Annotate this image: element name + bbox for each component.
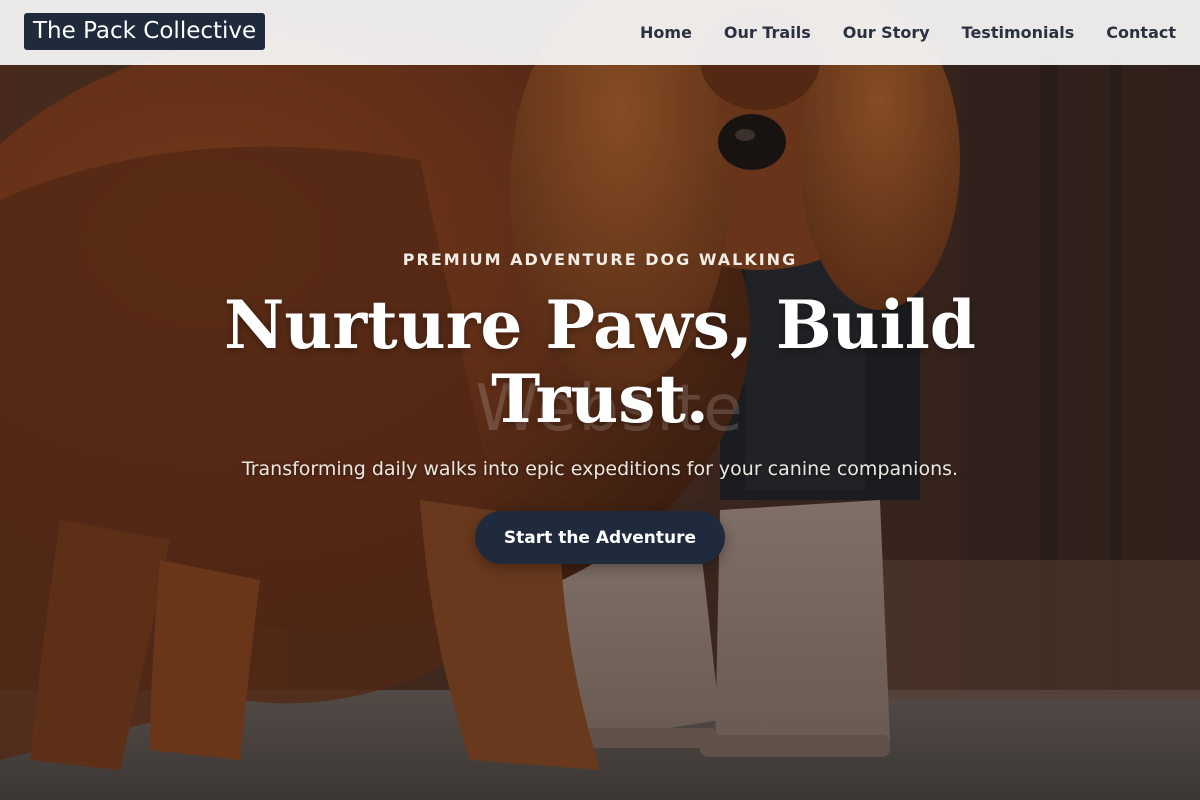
main-nav: Home Our Trails Our Story Testimonials C… xyxy=(640,0,1176,65)
nav-link-home[interactable]: Home xyxy=(640,23,692,42)
hero-headline: Nurture Paws, Build Trust. xyxy=(224,286,976,438)
hero-section: PREMIUM ADVENTURE DOG WALKING Nurture Pa… xyxy=(0,0,1200,800)
hero-eyebrow: PREMIUM ADVENTURE DOG WALKING xyxy=(402,250,798,269)
hero-subheadline: Transforming daily walks into epic exped… xyxy=(241,458,959,480)
logo[interactable]: The Pack Collective xyxy=(24,13,266,50)
nav-link-our-trails[interactable]: Our Trails xyxy=(724,23,811,42)
start-adventure-button[interactable]: Start the Adventure xyxy=(475,511,725,564)
nav-link-testimonials[interactable]: Testimonials xyxy=(962,23,1075,42)
site-header: The Pack Collective Home Our Trails Our … xyxy=(0,0,1200,65)
nav-link-contact[interactable]: Contact xyxy=(1106,23,1176,42)
nav-link-our-story[interactable]: Our Story xyxy=(843,23,930,42)
landing-page: Website The Pack Collective Home Our Tra… xyxy=(0,0,1200,800)
